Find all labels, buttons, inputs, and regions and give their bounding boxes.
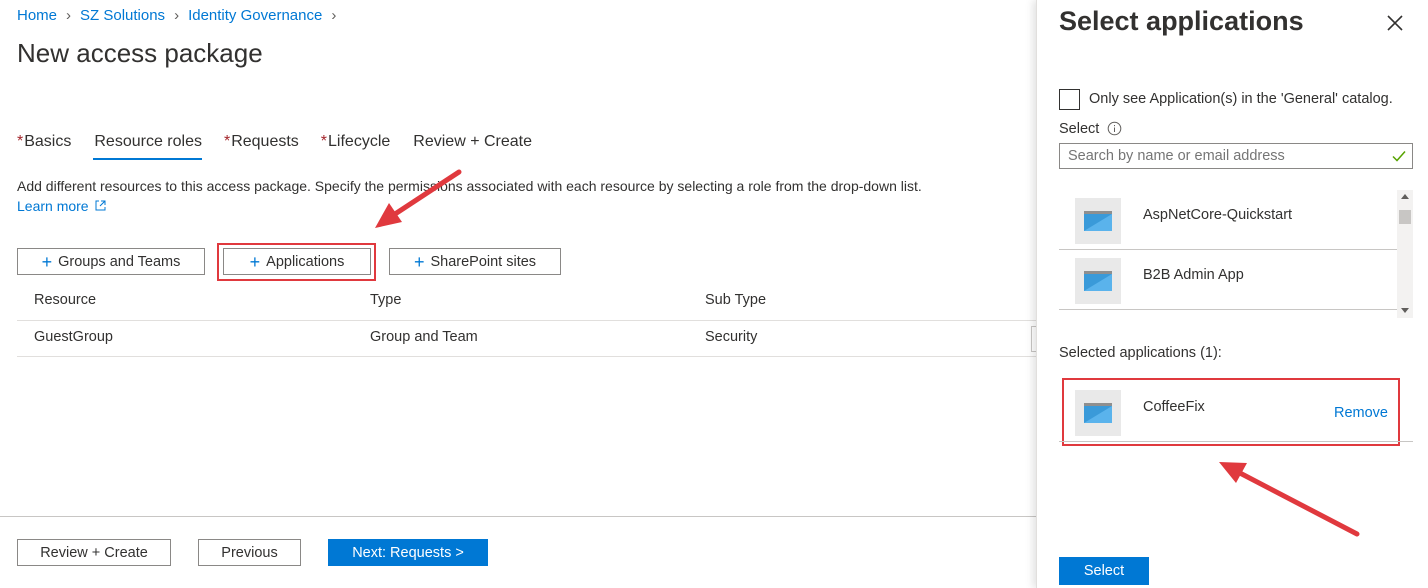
button-label: Groups and Teams (58, 253, 181, 270)
app-icon (1084, 211, 1112, 231)
list-item[interactable]: B2B Admin App (1059, 250, 1397, 310)
next-requests-button[interactable]: Next: Requests > (328, 539, 488, 566)
general-catalog-checkbox[interactable] (1059, 89, 1080, 110)
review-create-button[interactable]: Review + Create (17, 539, 171, 566)
list-item-partial[interactable] (1059, 310, 1397, 318)
tab-resource-roles[interactable]: Resource roles (93, 133, 202, 160)
list-item[interactable]: AspNetCore-Quickstart (1059, 190, 1397, 250)
add-sharepoint-sites-button[interactable]: + SharePoint sites (389, 248, 561, 275)
cell-subtype: Security (705, 329, 758, 345)
checkmark-icon (1392, 151, 1406, 162)
previous-button[interactable]: Previous (198, 539, 301, 566)
app-name: CoffeeFix (1143, 399, 1205, 415)
tab-basics[interactable]: *Basics (17, 133, 71, 159)
select-applications-panel: Select applications Only see Application… (1036, 0, 1428, 588)
app-icon (1084, 403, 1112, 423)
chevron-right-icon: › (66, 7, 72, 24)
add-applications-button[interactable]: + Applications (223, 248, 371, 275)
resources-table-header: Resource Type Sub Type (17, 284, 1037, 321)
external-link-icon (95, 200, 106, 211)
breadcrumb-sz-solutions[interactable]: SZ Solutions (80, 7, 165, 24)
wizard-tabs: *Basics Resource roles *Requests *Lifecy… (17, 133, 554, 160)
scroll-thumb[interactable] (1399, 210, 1411, 224)
cell-resource: GuestGroup (34, 329, 113, 345)
tab-lifecycle[interactable]: *Lifecycle (321, 133, 390, 159)
scroll-up-icon[interactable] (1401, 194, 1409, 199)
required-marker: * (17, 133, 24, 150)
scroll-down-icon[interactable] (1401, 308, 1409, 313)
button-label: Applications (266, 253, 345, 270)
button-label: Next: Requests > (352, 544, 464, 561)
tab-label: Basics (24, 133, 72, 150)
breadcrumb-home[interactable]: Home (17, 7, 57, 24)
tab-label: Review + Create (413, 133, 532, 150)
info-icon[interactable] (1107, 121, 1122, 136)
list-scrollbar[interactable] (1397, 190, 1413, 318)
add-groups-and-teams-button[interactable]: + Groups and Teams (17, 248, 205, 275)
plus-icon: + (41, 251, 53, 272)
button-label: SharePoint sites (430, 253, 537, 270)
tab-requests[interactable]: *Requests (224, 133, 299, 159)
remove-link[interactable]: Remove (1334, 405, 1388, 421)
chevron-right-icon: › (331, 7, 337, 24)
select-label: Select (1059, 121, 1100, 137)
select-button[interactable]: Select (1059, 557, 1149, 585)
table-row[interactable]: GuestGroup Group and Team Security (17, 321, 1039, 357)
tab-label: Lifecycle (328, 133, 391, 150)
app-name: B2B Admin App (1143, 267, 1244, 283)
app-name: AspNetCore-Quickstart (1143, 207, 1293, 223)
footer-divider (0, 516, 1036, 517)
cell-type: Group and Team (370, 329, 478, 345)
app-tile (1075, 258, 1121, 304)
tab-label: Requests (231, 133, 299, 150)
column-header-resource: Resource (34, 292, 97, 308)
learn-more-link[interactable]: Learn more (17, 198, 106, 214)
search-input[interactable] (1059, 143, 1413, 169)
required-marker: * (320, 133, 328, 150)
app-icon (1084, 271, 1112, 291)
button-label: Select (1083, 563, 1125, 579)
column-header-subtype: Sub Type (705, 292, 767, 308)
button-label: Review + Create (40, 544, 148, 561)
chevron-right-icon: › (174, 7, 180, 24)
selected-applications-label: Selected applications (1): (1059, 345, 1222, 361)
app-tile (1075, 198, 1121, 244)
tab-review-create[interactable]: Review + Create (412, 133, 532, 159)
app-tile (1075, 390, 1121, 436)
plus-icon: + (249, 251, 261, 272)
page-title: New access package (17, 38, 263, 68)
column-header-type: Type (370, 292, 402, 308)
learn-more-label: Learn more (17, 198, 89, 214)
required-marker: * (223, 133, 231, 150)
application-list: AspNetCore-Quickstart B2B Admin App (1059, 190, 1413, 318)
tab-label: Resource roles (94, 133, 202, 150)
general-catalog-label: Only see Application(s) in the 'General'… (1089, 91, 1393, 107)
description-text: Add different resources to this access p… (17, 178, 922, 194)
button-label: Previous (221, 544, 278, 561)
breadcrumb-identity-governance[interactable]: Identity Governance (188, 7, 322, 24)
close-icon[interactable] (1383, 11, 1407, 35)
selected-app-item: CoffeeFix Remove (1059, 380, 1413, 442)
panel-title: Select applications (1059, 6, 1304, 36)
breadcrumb: Home › SZ Solutions › Identity Governanc… (17, 7, 345, 24)
plus-icon: + (413, 251, 425, 272)
